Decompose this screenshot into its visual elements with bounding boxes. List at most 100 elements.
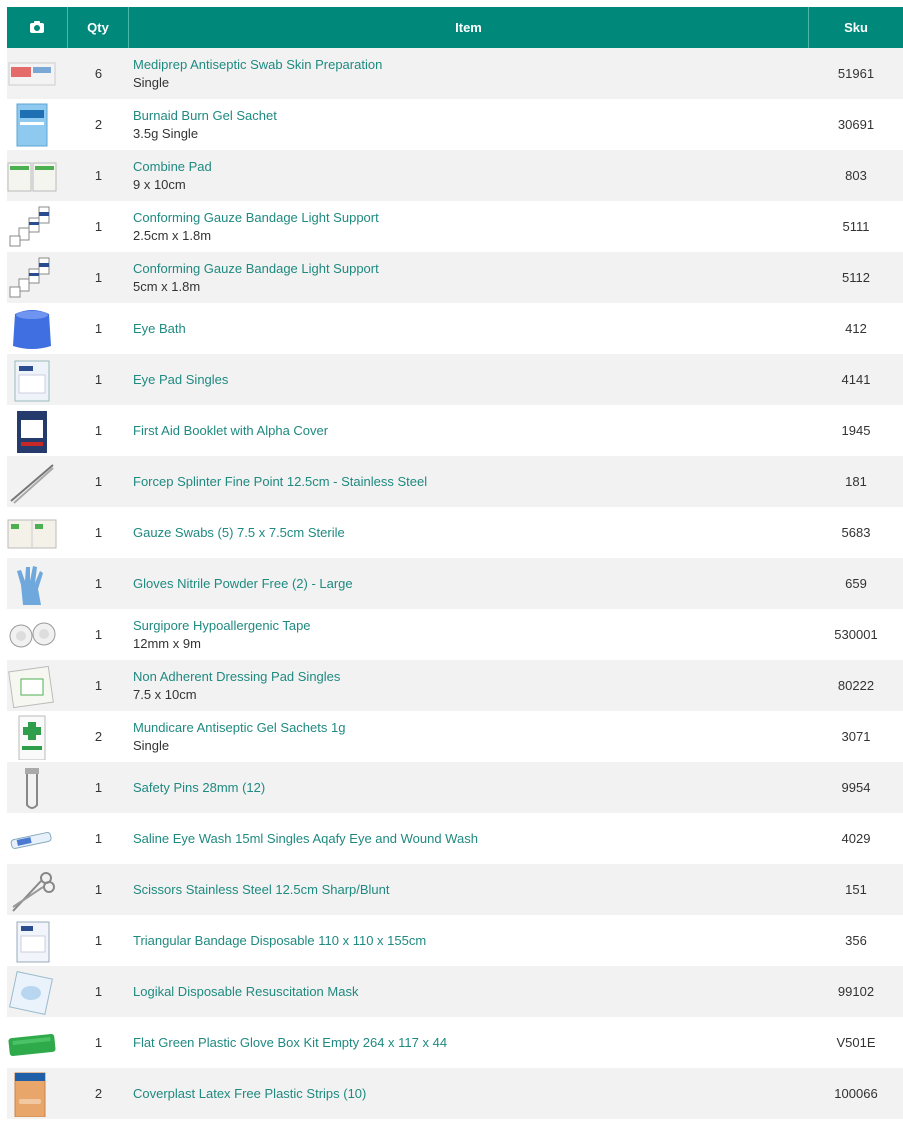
item-name-link[interactable]: Combine Pad xyxy=(133,158,212,176)
item-variant: 5cm x 1.8m xyxy=(133,278,201,294)
item-name-link[interactable]: Safety Pins 28mm (12) xyxy=(133,779,265,797)
green-box-image[interactable] xyxy=(7,1020,57,1066)
item-cell: First Aid Booklet with Alpha Cover xyxy=(129,405,809,456)
qty-cell: 1 xyxy=(94,627,103,642)
qty-cell: 1 xyxy=(94,831,103,846)
sku-cell: 5683 xyxy=(841,525,871,540)
gloves-image[interactable] xyxy=(7,561,57,607)
sku-cell: 412 xyxy=(845,321,867,336)
product-photo-cell xyxy=(7,354,68,405)
table-row: 1 Scissors Stainless Steel 12.5cm Sharp/B… xyxy=(7,864,903,915)
item-name-link[interactable]: Non Adherent Dressing Pad Singles xyxy=(133,668,340,686)
sku-cell: 51961 xyxy=(837,66,875,81)
item-column-header: Item xyxy=(129,7,809,48)
table-row: 1 First Aid Booklet with Alpha Cover 1945 xyxy=(7,405,903,456)
qty-cell: 1 xyxy=(94,270,103,285)
qty-cell: 1 xyxy=(94,525,103,540)
qty-column-header: Qty xyxy=(68,7,129,48)
sku-cell: 9954 xyxy=(841,780,871,795)
tape-image[interactable] xyxy=(7,612,57,658)
item-name-link[interactable]: Gauze Swabs (5) 7.5 x 7.5cm Sterile xyxy=(133,524,345,542)
item-name-link[interactable]: Logikal Disposable Resuscitation Mask xyxy=(133,983,358,1001)
item-name-link[interactable]: Saline Eye Wash 15ml Singles Aqafy Eye a… xyxy=(133,830,478,848)
product-photo-cell xyxy=(7,150,68,201)
item-name-link[interactable]: Eye Bath xyxy=(133,320,186,338)
item-name-link[interactable]: Burnaid Burn Gel Sachet xyxy=(133,107,277,125)
forcep-image[interactable] xyxy=(7,459,57,505)
item-name-link[interactable]: Mundicare Antiseptic Gel Sachets 1g xyxy=(133,719,345,737)
item-cell: Scissors Stainless Steel 12.5cm Sharp/Bl… xyxy=(129,864,809,915)
product-photo-cell xyxy=(7,660,68,711)
booklet-image[interactable] xyxy=(7,408,57,454)
table-row: 1 Non Adherent Dressing Pad Singles 7.5 x … xyxy=(7,660,903,711)
product-photo-cell xyxy=(7,558,68,609)
item-cell: Conforming Gauze Bandage Light Support 5c… xyxy=(129,252,809,303)
item-cell: Combine Pad 9 x 10cm xyxy=(129,150,809,201)
eye-pad-image[interactable] xyxy=(7,357,57,403)
sku-cell: 5111 xyxy=(842,219,870,234)
combine-pad-image[interactable] xyxy=(7,153,57,199)
item-cell: Safety Pins 28mm (12) xyxy=(129,762,809,813)
item-name-link[interactable]: Gloves Nitrile Powder Free (2) - Large xyxy=(133,575,353,593)
item-name-link[interactable]: Forcep Splinter Fine Point 12.5cm - Stai… xyxy=(133,473,427,491)
sku-cell: 100066 xyxy=(834,1086,878,1101)
qty-cell: 1 xyxy=(94,576,103,591)
gel-sachet-image[interactable] xyxy=(7,714,57,760)
scissors-image[interactable] xyxy=(7,867,57,913)
sku-cell: 151 xyxy=(845,882,867,897)
item-name-link[interactable]: Surgipore Hypoallergenic Tape xyxy=(133,617,311,635)
product-photo-cell xyxy=(7,303,68,354)
product-photo-cell xyxy=(7,609,68,660)
triangular-bandage-image[interactable] xyxy=(7,918,57,964)
item-variant: 3.5g Single xyxy=(133,125,199,141)
product-photo-cell xyxy=(7,456,68,507)
sku-cell: 659 xyxy=(845,576,867,591)
item-cell: Eye Bath xyxy=(129,303,809,354)
item-name-link[interactable]: Triangular Bandage Disposable 110 x 110 … xyxy=(133,932,426,950)
table-row: 1 Gauze Swabs (5) 7.5 x 7.5cm Sterile 5683 xyxy=(7,507,903,558)
product-photo-cell xyxy=(7,966,68,1017)
sku-cell: 4141 xyxy=(841,372,871,387)
table-row: 1 Logikal Disposable Resuscitation Mask 99… xyxy=(7,966,903,1017)
qty-cell: 1 xyxy=(94,168,103,183)
qty-cell: 2 xyxy=(94,729,103,744)
item-variant: 9 x 10cm xyxy=(133,176,186,192)
saline-vial-image[interactable] xyxy=(7,816,57,862)
plastic-strips-image[interactable] xyxy=(7,1071,57,1117)
item-cell: Mundicare Antiseptic Gel Sachets 1g Singl… xyxy=(129,711,809,762)
item-name-link[interactable]: Eye Pad Singles xyxy=(133,371,228,389)
item-name-link[interactable]: Conforming Gauze Bandage Light Support xyxy=(133,209,379,227)
item-variant: 12mm x 9m xyxy=(133,635,201,651)
item-name-link[interactable]: Mediprep Antiseptic Swab Skin Preparatio… xyxy=(133,56,382,74)
dressing-pad-image[interactable] xyxy=(7,663,57,709)
qty-cell: 1 xyxy=(94,933,103,948)
item-variant: Single xyxy=(133,737,170,753)
item-name-link[interactable]: Coverplast Latex Free Plastic Strips (10… xyxy=(133,1085,366,1103)
item-cell: Mediprep Antiseptic Swab Skin Preparatio… xyxy=(129,48,809,99)
gauze-swabs-image[interactable] xyxy=(7,510,57,556)
qty-cell: 1 xyxy=(94,321,103,336)
table-row: 1 Triangular Bandage Disposable 110 x 110… xyxy=(7,915,903,966)
gauze-bandage-image[interactable] xyxy=(7,204,57,250)
sku-cell: 4029 xyxy=(841,831,871,846)
gauze-bandage-image[interactable] xyxy=(7,255,57,301)
product-photo-cell xyxy=(7,813,68,864)
item-name-link[interactable]: Conforming Gauze Bandage Light Support xyxy=(133,260,379,278)
product-photo-cell xyxy=(7,1017,68,1068)
item-cell: Coverplast Latex Free Plastic Strips (10… xyxy=(129,1068,809,1119)
item-name-link[interactable]: First Aid Booklet with Alpha Cover xyxy=(133,422,328,440)
safety-pin-image[interactable] xyxy=(7,765,57,811)
sku-cell: 3071 xyxy=(841,729,871,744)
eye-bath-image[interactable] xyxy=(7,306,57,352)
item-name-link[interactable]: Scissors Stainless Steel 12.5cm Sharp/Bl… xyxy=(133,881,390,899)
item-cell: Gloves Nitrile Powder Free (2) - Large xyxy=(129,558,809,609)
sku-cell: V501E xyxy=(836,1035,876,1050)
item-name-link[interactable]: Flat Green Plastic Glove Box Kit Empty 2… xyxy=(133,1034,447,1052)
product-photo-cell xyxy=(7,405,68,456)
qty-cell: 1 xyxy=(94,423,103,438)
resuscitation-mask-image[interactable] xyxy=(7,969,57,1015)
burn-gel-sachet-image[interactable] xyxy=(7,102,57,148)
swab-box-image[interactable] xyxy=(7,51,57,97)
item-cell: Conforming Gauze Bandage Light Support 2.… xyxy=(129,201,809,252)
product-photo-cell xyxy=(7,201,68,252)
